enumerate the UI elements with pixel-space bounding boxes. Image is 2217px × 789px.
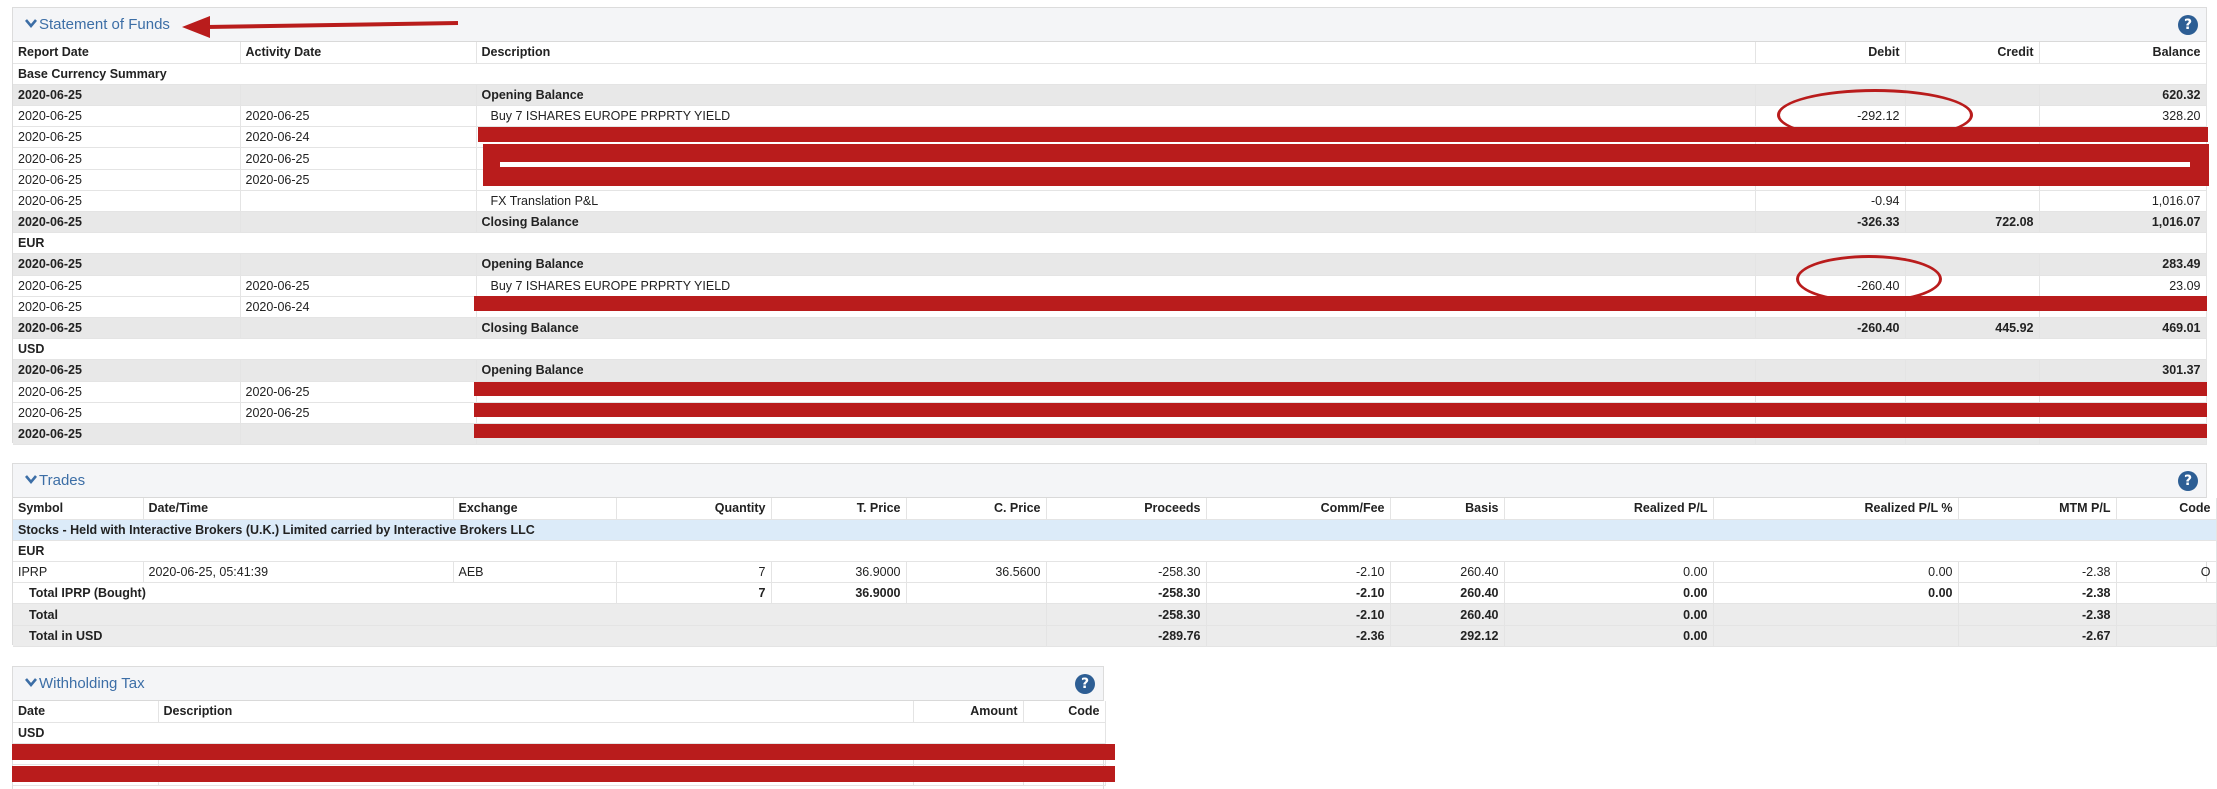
group-eur: EUR — [13, 232, 2207, 255]
col-activity-date[interactable]: Activity Date — [240, 42, 477, 64]
chevron-down-icon[interactable] — [24, 675, 38, 689]
section-title[interactable]: Trades — [39, 472, 85, 489]
total-usd-row: Total in USD -289.76 -2.36 292.12 0.00 -… — [13, 625, 2217, 647]
withholding-tax-header[interactable]: Withholding Tax ? — [13, 667, 1103, 701]
col-report-date[interactable]: Report Date — [13, 42, 241, 64]
col-quantity[interactable]: Quantity — [616, 498, 772, 520]
chevron-down-icon[interactable] — [24, 16, 38, 30]
table-row: 2020-06-25 Opening Balance 301.37 — [13, 359, 2207, 382]
section-title[interactable]: Withholding Tax — [39, 675, 145, 692]
col-realized-pl-pct[interactable]: Realized P/L % — [1713, 498, 1959, 520]
col-debit[interactable]: Debit — [1755, 42, 1906, 64]
currency-row: EUR — [13, 540, 2217, 563]
chevron-down-icon[interactable] — [24, 472, 38, 486]
col-realized-pl[interactable]: Realized P/L — [1504, 498, 1714, 520]
trades-header-row: Symbol Date/Time Exchange Quantity T. Pr… — [13, 498, 2217, 520]
col-credit[interactable]: Credit — [1905, 42, 2040, 64]
statement-of-funds-section: Statement of Funds ? Report Date Activit… — [12, 7, 2207, 446]
trades-section: Trades ? Symbol Date/Time Exchange Quant… — [12, 463, 2217, 647]
col-code[interactable]: Code — [1023, 701, 1106, 723]
redaction-bar — [474, 403, 2207, 417]
trades-header[interactable]: Trades ? — [13, 464, 2206, 498]
col-balance[interactable]: Balance — [2039, 42, 2207, 64]
subtotal-row: Total IPRP (Bought) 7 36.9000 -258.30 -2… — [13, 582, 2217, 605]
redaction-bar — [12, 766, 1115, 782]
group-base-currency: Base Currency Summary — [13, 63, 2207, 85]
col-symbol[interactable]: Symbol — [13, 498, 144, 520]
col-c-price[interactable]: C. Price — [906, 498, 1047, 520]
funds-header-row: Report Date Activity Date Description De… — [13, 42, 2207, 64]
currency-row: USD — [13, 722, 1106, 744]
annotation-circle — [1796, 255, 1942, 303]
col-description[interactable]: Description — [476, 42, 1756, 64]
col-amount[interactable]: Amount — [913, 701, 1024, 723]
total-row: Total -258.30 -2.10 260.40 0.00 -2.38 — [13, 603, 2217, 626]
redaction-gap — [500, 162, 2190, 167]
table-row: 2020-06-25 FX Translation P&L -0.94 1,016.0… — [13, 190, 2207, 213]
col-comm-fee[interactable]: Comm/Fee — [1206, 498, 1391, 520]
col-exchange[interactable]: Exchange — [453, 498, 617, 520]
trades-table: Symbol Date/Time Exchange Quantity T. Pr… — [13, 498, 2217, 647]
col-basis[interactable]: Basis — [1390, 498, 1505, 520]
col-description[interactable]: Description — [158, 701, 914, 723]
table-row: 2020-06-25 Closing Balance -260.40 445.92 46… — [13, 317, 2207, 340]
trade-row: IPRP 2020-06-25, 05:41:39 AEB 7 36.9000 … — [13, 561, 2217, 584]
help-icon[interactable]: ? — [2178, 471, 2198, 491]
stocks-group-row: Stocks - Held with Interactive Brokers (… — [13, 519, 2217, 541]
col-mtm-pl[interactable]: MTM P/L — [1958, 498, 2117, 520]
help-icon[interactable]: ? — [2178, 15, 2198, 35]
col-code[interactable]: Code — [2116, 498, 2217, 520]
col-date[interactable]: Date — [13, 701, 159, 723]
col-datetime[interactable]: Date/Time — [143, 498, 454, 520]
redaction-bar — [12, 744, 1115, 760]
table-row: 2020-06-25 Closing Balance -326.33 722.08 1,… — [13, 211, 2207, 234]
group-usd: USD — [13, 338, 2207, 361]
redaction-bar — [474, 382, 2207, 396]
col-proceeds[interactable]: Proceeds — [1046, 498, 1207, 520]
annotation-arrow — [182, 16, 459, 38]
col-t-price[interactable]: T. Price — [771, 498, 907, 520]
annotation-circle — [1777, 89, 1973, 141]
redaction-bar — [474, 424, 2207, 438]
withholding-header-row: Date Description Amount Code — [13, 701, 1106, 723]
help-icon[interactable]: ? — [1075, 674, 1095, 694]
section-title[interactable]: Statement of Funds — [39, 16, 170, 33]
redaction-bar — [474, 296, 2207, 311]
